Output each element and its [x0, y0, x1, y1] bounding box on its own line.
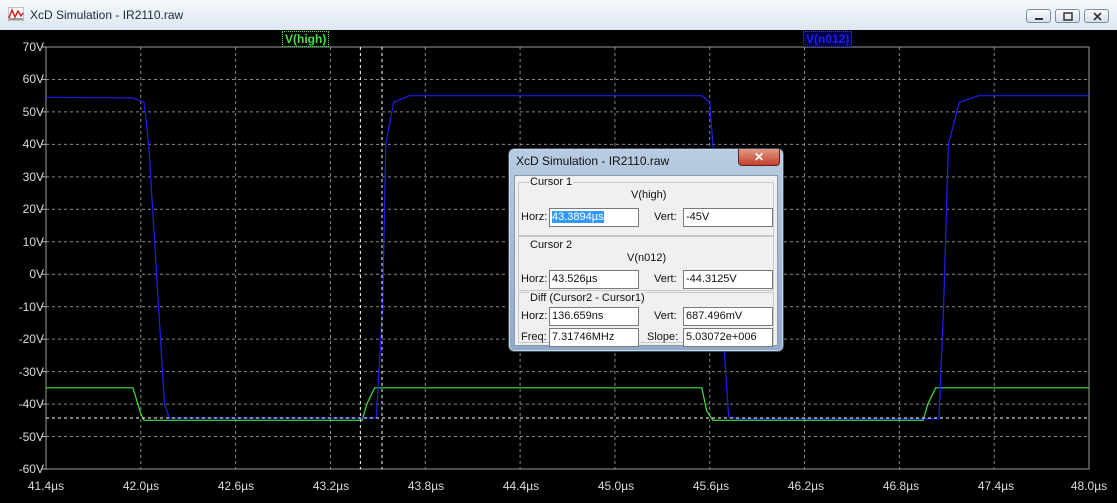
close-icon — [1093, 12, 1102, 21]
diff-vert-label: Vert: — [654, 310, 677, 322]
dialog-body: Cursor 1 V(high) Horz: 43.3894µs Vert: -… — [514, 175, 778, 347]
window-titlebar: XcD Simulation - IR2110.raw — [0, 0, 1117, 31]
x-tick-label: 43.8µs — [407, 479, 445, 493]
cursor2-group: Cursor 2 V(n012) Horz: 43.526µs Vert: -4… — [518, 236, 774, 291]
dialog-title: XcD Simulation - IR2110.raw — [516, 154, 670, 168]
x-tick-label: 41.4µs — [27, 479, 65, 493]
minimize-icon — [1035, 18, 1043, 20]
cursor1-vert-label: Vert: — [654, 211, 677, 223]
y-tick-label: -60V — [18, 462, 44, 476]
diff-group: Diff (Cursor2 - Cursor1) Horz: 136.659ns… — [518, 292, 774, 347]
dialog-close-button[interactable]: ✕ — [738, 149, 780, 166]
y-tick-label: 30V — [22, 170, 44, 184]
x-tick-label: 48.0µs — [1070, 479, 1108, 493]
diff-slope-field[interactable]: 5.03072e+006 — [683, 328, 773, 347]
diff-freq-field[interactable]: 7.31746MHz — [549, 328, 639, 347]
cursor2-group-title: Cursor 2 — [529, 239, 574, 251]
cursor2-vert-label: Vert: — [654, 273, 677, 285]
y-tick-label: -20V — [18, 332, 44, 346]
trace-label-vhigh[interactable]: V(high) — [282, 31, 330, 47]
y-tick-label: 70V — [22, 40, 44, 54]
x-tick-label: 45.0µs — [597, 479, 635, 493]
cursor1-vert-field[interactable]: -45V — [683, 208, 773, 227]
x-tick-label: 42.0µs — [122, 479, 160, 493]
y-tick-label: 40V — [22, 137, 44, 151]
y-tick-label: 0V — [29, 267, 44, 281]
y-tick-label: -10V — [18, 300, 44, 314]
y-tick-label: -50V — [18, 430, 44, 444]
close-icon: ✕ — [753, 150, 765, 164]
cursor2-horz-field[interactable]: 43.526µs — [549, 270, 639, 289]
cursor-dialog[interactable]: XcD Simulation - IR2110.raw ✕ Cursor 1 V… — [508, 148, 784, 352]
restore-button[interactable] — [1055, 9, 1080, 23]
cursor2-horz-label: Horz: — [521, 273, 548, 285]
x-tick-label: 47.4µs — [977, 479, 1015, 493]
cursor1-group: Cursor 1 V(high) Horz: 43.3894µs Vert: -… — [518, 176, 774, 236]
y-tick-label: 50V — [22, 105, 44, 119]
y-tick-label: 20V — [22, 202, 44, 216]
y-tick-label: 10V — [22, 235, 44, 249]
x-tick-label: 46.8µs — [882, 479, 920, 493]
diff-slope-label: Slope: — [647, 331, 679, 343]
minimize-button[interactable] — [1026, 9, 1051, 23]
x-tick-label: 44.4µs — [502, 479, 540, 493]
cursor1-group-title: Cursor 1 — [529, 176, 574, 188]
diff-vert-field[interactable]: 687.496mV — [683, 307, 773, 326]
cursor1-horz-field[interactable]: 43.3894µs — [549, 208, 639, 227]
restore-icon — [1063, 12, 1073, 21]
cursor2-signal: V(n012) — [627, 252, 667, 264]
trace-label-vn012[interactable]: V(n012) — [803, 31, 853, 47]
diff-group-title: Diff (Cursor2 - Cursor1) — [529, 292, 646, 304]
y-tick-label: 60V — [22, 72, 44, 86]
diff-horz-field[interactable]: 136.659ns — [549, 307, 639, 326]
x-tick-label: 46.2µs — [787, 479, 825, 493]
cursor1-signal: V(high) — [631, 189, 667, 201]
close-window-button[interactable] — [1084, 9, 1109, 23]
diff-freq-label: Freq: — [521, 331, 547, 343]
x-tick-label: 43.2µs — [312, 479, 350, 493]
y-tick-label: -30V — [18, 365, 44, 379]
cursor2-vert-field[interactable]: -44.3125V — [683, 270, 773, 289]
x-tick-label: 45.6µs — [692, 479, 730, 493]
cursor1-horz-value: 43.3894µs — [552, 211, 604, 223]
waveform-app-icon — [8, 7, 24, 21]
window-title: XcD Simulation - IR2110.raw — [30, 8, 184, 22]
x-tick-label: 42.6µs — [217, 479, 255, 493]
y-tick-label: -40V — [18, 397, 44, 411]
diff-horz-label: Horz: — [521, 310, 548, 322]
cursor1-horz-label: Horz: — [521, 211, 548, 223]
